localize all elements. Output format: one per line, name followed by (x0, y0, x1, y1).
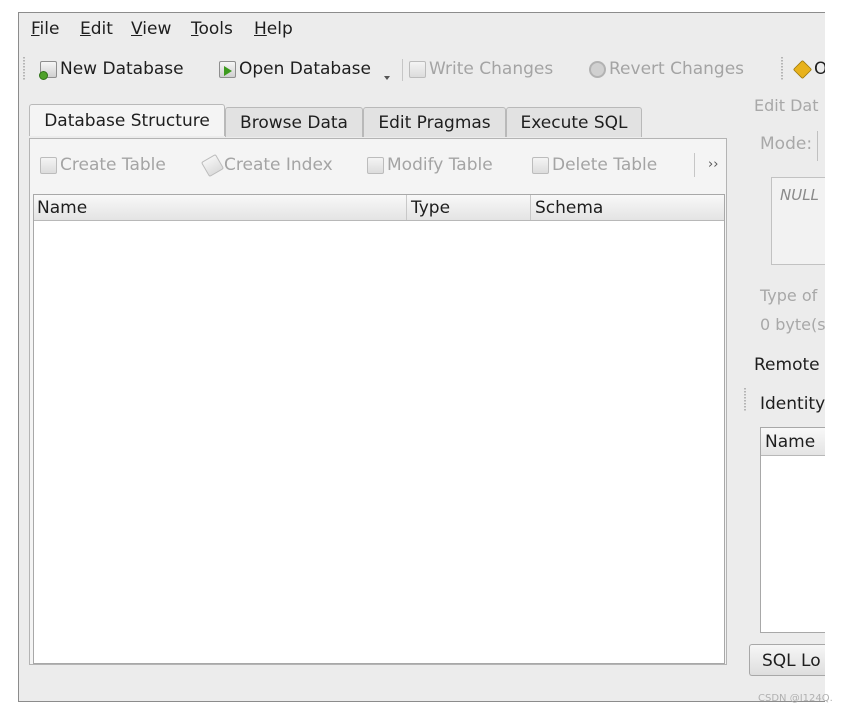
sql-log-button[interactable]: SQL Lo (749, 644, 825, 676)
column-divider[interactable] (406, 195, 407, 220)
column-header-type[interactable]: Type (411, 198, 450, 218)
create-index-icon (200, 153, 225, 177)
column-divider[interactable] (530, 195, 531, 220)
tab-execute-sql[interactable]: Execute SQL (506, 107, 642, 137)
tab-edit-pragmas[interactable]: Edit Pragmas (363, 107, 506, 137)
menu-edit[interactable]: Edit (80, 19, 113, 39)
project-icon (792, 59, 813, 79)
remote-column-name[interactable]: Name (765, 432, 815, 452)
pane-splitter[interactable] (744, 388, 746, 412)
open-project-label: O (814, 59, 825, 79)
toolbar-separator (402, 59, 403, 81)
tab-database-structure[interactable]: Database Structure (29, 104, 225, 136)
new-database-button[interactable]: New Database (39, 58, 184, 80)
menu-file[interactable]: File (31, 19, 59, 39)
sql-log-label: SQL Lo (762, 651, 821, 671)
tree-header: Name Type Schema (34, 195, 724, 221)
delete-table-button[interactable]: Delete Table (532, 155, 657, 175)
edit-cell-title: Edit Dat (754, 96, 819, 115)
delete-table-label: Delete Table (552, 155, 658, 175)
create-table-icon (40, 156, 57, 174)
modify-table-icon (367, 156, 384, 174)
open-project-button[interactable]: O (792, 58, 825, 80)
structure-toolbar-separator (694, 153, 695, 177)
cell-editor[interactable]: NULL (771, 177, 825, 265)
menu-view[interactable]: View (131, 19, 171, 39)
menu-bar: File Edit View Tools Help (19, 13, 825, 47)
menu-help[interactable]: Help (254, 19, 293, 39)
main-toolbar: New Database Open Database Write Changes… (19, 49, 825, 89)
new-database-icon (39, 60, 57, 80)
toolbar-grip-2[interactable] (781, 57, 783, 81)
write-changes-label: Write Changes (429, 59, 554, 79)
open-database-button[interactable]: Open Database (219, 58, 371, 80)
database-structure-panel: Create Table Create Index Modify Table D… (29, 138, 727, 665)
write-changes-button[interactable]: Write Changes (409, 58, 553, 80)
tab-label: Database Structure (44, 110, 210, 131)
create-table-button[interactable]: Create Table (40, 155, 166, 175)
remote-list-header: Name (761, 428, 825, 456)
column-header-schema[interactable]: Schema (535, 198, 603, 218)
column-header-name[interactable]: Name (37, 198, 87, 218)
mode-select[interactable] (817, 131, 822, 161)
null-placeholder: NULL (780, 186, 819, 204)
schema-tree[interactable]: Name Type Schema (33, 194, 725, 664)
create-table-label: Create Table (60, 155, 166, 175)
byte-count-label: 0 byte(s (760, 315, 825, 334)
open-database-label: Open Database (239, 59, 371, 79)
tab-browse-data[interactable]: Browse Data (225, 107, 363, 137)
revert-changes-icon (589, 60, 606, 78)
modify-table-label: Modify Table (387, 155, 493, 175)
app-window: File Edit View Tools Help New Database O… (18, 12, 825, 702)
tab-label: Execute SQL (520, 112, 628, 133)
modify-table-button[interactable]: Modify Table (367, 155, 493, 175)
tab-label: Edit Pragmas (378, 112, 491, 133)
identity-label: Identity (760, 394, 825, 414)
write-changes-icon (409, 60, 426, 78)
create-index-label: Create Index (224, 155, 333, 175)
create-index-button[interactable]: Create Index (200, 153, 333, 177)
delete-table-icon (532, 156, 549, 174)
revert-changes-label: Revert Changes (609, 59, 745, 79)
tab-label: Browse Data (240, 112, 348, 133)
open-database-dropdown-icon[interactable] (384, 76, 390, 80)
watermark: CSDN @I124Q. (758, 693, 833, 704)
open-database-icon (219, 60, 236, 78)
remote-list[interactable]: Name (760, 427, 825, 633)
revert-changes-button[interactable]: Revert Changes (589, 58, 744, 80)
data-type-label: Type of (760, 286, 818, 305)
menu-tools[interactable]: Tools (191, 19, 233, 39)
toolbar-overflow-button[interactable]: ›› (708, 157, 718, 172)
remote-pane-title: Remote (754, 355, 820, 375)
mode-label: Mode: (760, 134, 813, 154)
toolbar-grip[interactable] (23, 57, 25, 81)
new-database-label: New Database (60, 59, 184, 79)
